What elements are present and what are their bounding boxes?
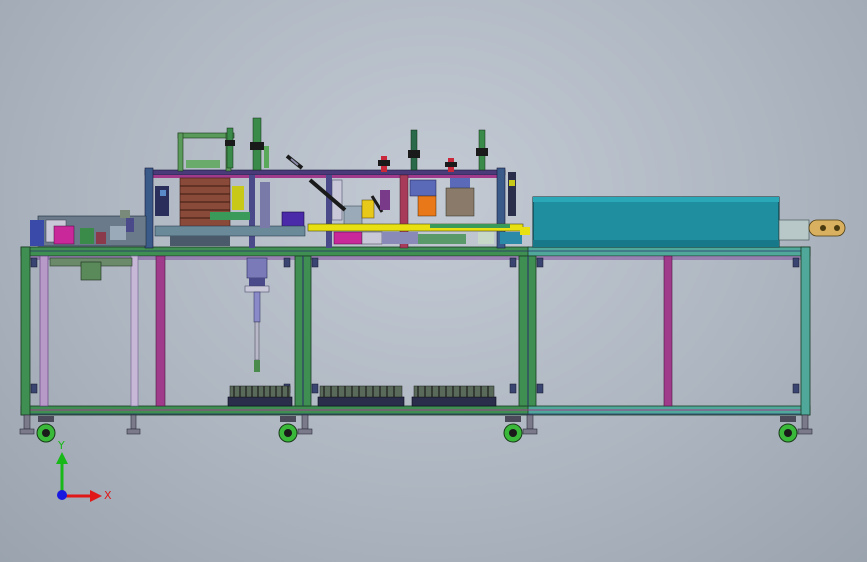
top-rail-left bbox=[20, 246, 530, 257]
mechanism-layer bbox=[30, 177, 530, 247]
y-axis-label: Y bbox=[57, 439, 65, 452]
coordinate-triad: Y X bbox=[56, 439, 112, 502]
cylinder-2 bbox=[250, 117, 269, 171]
purple-block bbox=[281, 211, 305, 229]
caster-4 bbox=[778, 416, 798, 443]
hanging-probe bbox=[244, 257, 270, 372]
z-axis-marker bbox=[57, 490, 67, 500]
cylinder-5 bbox=[378, 156, 390, 172]
upright-2 bbox=[155, 255, 166, 407]
x-axis-label: X bbox=[104, 489, 112, 502]
angled-cylinder bbox=[285, 154, 304, 170]
top-rail-right bbox=[527, 246, 811, 257]
upright-5 bbox=[663, 255, 673, 407]
electrical-box bbox=[80, 261, 102, 281]
sensor-bracket bbox=[177, 132, 235, 172]
caster-1 bbox=[36, 416, 56, 443]
cylinder-3 bbox=[408, 129, 420, 171]
feet-and-casters bbox=[19, 414, 813, 443]
caster-2 bbox=[278, 416, 298, 443]
material-trays bbox=[227, 385, 497, 407]
conveyor bbox=[532, 196, 846, 248]
cad-assembly-view: Y X bbox=[19, 117, 846, 502]
tray-2 bbox=[317, 385, 405, 407]
conveyor-cover bbox=[532, 196, 780, 248]
conveyor-shaft bbox=[778, 219, 810, 241]
tray-3 bbox=[411, 385, 497, 407]
tray-1 bbox=[227, 385, 293, 407]
cylinder-4 bbox=[476, 129, 488, 171]
upright-6 bbox=[800, 246, 811, 416]
cylinders bbox=[225, 117, 488, 172]
station-pad bbox=[333, 231, 363, 245]
caster-3 bbox=[503, 416, 523, 443]
upright-1 bbox=[20, 246, 31, 416]
